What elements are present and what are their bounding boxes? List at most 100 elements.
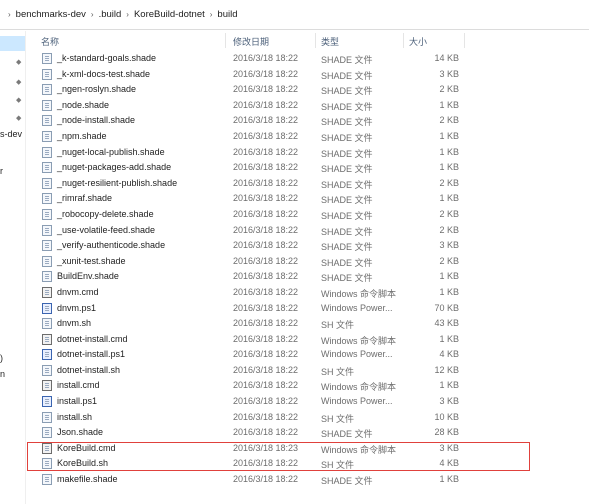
file-size: 14 KB <box>434 53 459 63</box>
file-type: SHADE 文件 <box>321 226 373 237</box>
breadcrumb-segment[interactable]: KoreBuild-dotnet <box>134 9 205 20</box>
nav-item[interactable]: r <box>0 166 3 176</box>
file-row[interactable]: dotnet-install.ps1 2016/3/18 18:22 Windows… <box>28 347 588 363</box>
nav-item[interactable]: ) <box>0 353 3 363</box>
pin-icon: ◆ <box>16 115 22 122</box>
file-row[interactable]: BuildEnv.shade 2016/3/18 18:22 SHADE 文件 1 K… <box>28 269 588 285</box>
file-name: install.cmd <box>57 380 100 391</box>
file-date: 2016/3/18 18:22 <box>233 458 299 469</box>
column-type-header[interactable]: 类型 <box>321 35 339 48</box>
chevron-right-icon: › <box>90 10 94 19</box>
file-row[interactable]: _npm.shade 2016/3/18 18:22 SHADE 文件 1 KB <box>28 129 588 145</box>
file-row[interactable]: _robocopy-delete.shade 2016/3/18 18:22 SHA… <box>28 207 588 223</box>
file-date: 2016/3/18 18:22 <box>233 364 299 375</box>
file-icon <box>42 177 52 189</box>
breadcrumb: › benchmarks-dev › .build › KoreBuild-do… <box>8 9 238 20</box>
file-size: 1 KB <box>439 333 459 344</box>
file-row[interactable]: _nuget-packages-add.shade 2016/3/18 18:22… <box>28 160 588 176</box>
file-row[interactable]: makefile.shade 2016/3/18 18:22 SHADE 文件 1 K… <box>28 472 588 488</box>
file-row[interactable]: _nuget-local-publish.shade 2016/3/18 18:2… <box>28 145 588 161</box>
file-date: 2016/3/18 18:22 <box>233 396 299 407</box>
file-type: SHADE 文件 <box>321 242 373 253</box>
file-row[interactable]: dotnet-install.cmd 2016/3/18 18:22 Windows… <box>28 332 588 348</box>
breadcrumb-segment[interactable]: build <box>217 9 237 20</box>
powershell-file-icon <box>42 349 52 361</box>
file-row[interactable]: dnvm.cmd 2016/3/18 18:22 Windows 命令脚本 1 KB <box>28 285 588 301</box>
breadcrumb-segment[interactable]: benchmarks-dev <box>16 9 86 20</box>
file-row[interactable]: dnvm.sh 2016/3/18 18:22 SH 文件 43 KB <box>28 316 588 332</box>
file-icon <box>42 68 52 80</box>
file-date: 2016/3/18 18:22 <box>233 115 299 126</box>
file-size: 1 KB <box>439 380 459 391</box>
column-divider[interactable] <box>225 33 226 48</box>
nav-item[interactable]: n <box>0 369 5 379</box>
file-date: 2016/3/18 18:22 <box>233 349 299 360</box>
pin-icon: ◆ <box>16 79 22 86</box>
file-date: 2016/3/18 18:22 <box>233 302 299 313</box>
column-divider[interactable] <box>315 33 316 48</box>
file-icon <box>42 208 52 220</box>
file-size: 1 KB <box>439 474 459 485</box>
nav-item[interactable]: s-dev <box>0 129 22 139</box>
file-row[interactable]: _node-install.shade 2016/3/18 18:22 SHADE … <box>28 113 588 129</box>
file-size: 43 KB <box>434 318 459 329</box>
file-row[interactable]: KoreBuild.cmd 2016/3/18 18:23 Windows 命令脚本… <box>28 441 588 457</box>
file-type: SHADE 文件 <box>321 86 373 97</box>
column-header: 名称 修改日期 类型 大小 <box>28 31 588 50</box>
file-row[interactable]: Json.shade 2016/3/18 18:22 SHADE 文件 28 KB <box>28 425 588 441</box>
file-row[interactable]: dnvm.ps1 2016/3/18 18:22 Windows Power... 7… <box>28 301 588 317</box>
file-size: 1 KB <box>439 193 459 204</box>
address-bar[interactable]: › benchmarks-dev › .build › KoreBuild-do… <box>0 0 589 30</box>
file-row[interactable]: install.sh 2016/3/18 18:22 SH 文件 10 KB <box>28 410 588 426</box>
file-size: 1 KB <box>439 99 459 110</box>
file-row[interactable]: _use-volatile-feed.shade 2016/3/18 18:22 S… <box>28 223 588 239</box>
file-type: SHADE 文件 <box>321 195 373 206</box>
file-name: _nuget-local-publish.shade <box>57 146 165 157</box>
file-row[interactable]: _xunit-test.shade 2016/3/18 18:22 SHADE 文件… <box>28 254 588 270</box>
file-name: dnvm.ps1 <box>57 302 97 313</box>
file-name: install.sh <box>57 411 93 422</box>
file-date: 2016/3/18 18:22 <box>233 130 299 141</box>
file-size: 3 KB <box>439 396 459 407</box>
file-icon <box>42 130 52 142</box>
file-row[interactable]: _nuget-resilient-publish.shade 2016/3/18 … <box>28 176 588 192</box>
breadcrumb-segment[interactable]: .build <box>99 9 122 20</box>
file-date: 2016/3/18 18:22 <box>233 99 299 110</box>
file-row[interactable]: install.ps1 2016/3/18 18:22 Windows Power.… <box>28 394 588 410</box>
file-icon <box>42 458 52 470</box>
file-type: Windows Power... <box>321 302 393 313</box>
file-row[interactable]: _k-standard-goals.shade 2016/3/18 18:22 SH… <box>28 51 588 67</box>
file-row[interactable]: _node.shade 2016/3/18 18:22 SHADE 文件 1 KB <box>28 98 588 114</box>
column-divider[interactable] <box>464 33 465 48</box>
nav-selected-item[interactable] <box>0 36 25 51</box>
column-date-header[interactable]: 修改日期 <box>233 35 269 48</box>
file-name: _k-xml-docs-test.shade <box>57 68 151 79</box>
file-size: 2 KB <box>439 208 459 219</box>
file-row[interactable]: _k-xml-docs-test.shade 2016/3/18 18:22 SHA… <box>28 67 588 83</box>
file-size: 3 KB <box>439 68 459 79</box>
file-row[interactable]: dotnet-install.sh 2016/3/18 18:22 SH 文件 12 … <box>28 363 588 379</box>
column-divider[interactable] <box>403 33 404 48</box>
navigation-pane[interactable]: ◆ ◆ ◆ ◆ s-dev r ) n <box>0 31 26 504</box>
file-size: 28 KB <box>434 427 459 438</box>
file-type: SH 文件 <box>321 460 355 471</box>
column-size-header[interactable]: 大小 <box>409 35 427 48</box>
file-row[interactable]: _rimraf.shade 2016/3/18 18:22 SHADE 文件 1 KB <box>28 191 588 207</box>
file-row[interactable]: _ngen-roslyn.shade 2016/3/18 18:22 SHADE 文… <box>28 82 588 98</box>
file-name: KoreBuild.cmd <box>57 442 116 453</box>
file-row[interactable]: KoreBuild.sh 2016/3/18 18:22 SH 文件 4 KB <box>28 456 588 472</box>
file-date: 2016/3/18 18:22 <box>233 162 299 173</box>
file-name: _ngen-roslyn.shade <box>57 84 137 95</box>
file-name: install.ps1 <box>57 396 98 407</box>
pin-icon: ◆ <box>16 59 22 66</box>
file-row[interactable]: install.cmd 2016/3/18 18:22 Windows 命令脚本 1 … <box>28 378 588 394</box>
file-size: 70 KB <box>434 302 459 313</box>
file-size: 12 KB <box>434 364 459 375</box>
column-name-header[interactable]: 名称 <box>41 35 59 48</box>
file-name: dnvm.cmd <box>57 286 99 297</box>
file-name: dotnet-install.cmd <box>57 333 128 344</box>
file-type: SHADE 文件 <box>321 257 373 268</box>
file-type: SH 文件 <box>321 320 355 331</box>
file-row[interactable]: _verify-authenticode.shade 2016/3/18 18:2… <box>28 238 588 254</box>
file-date: 2016/3/18 18:22 <box>233 224 299 235</box>
